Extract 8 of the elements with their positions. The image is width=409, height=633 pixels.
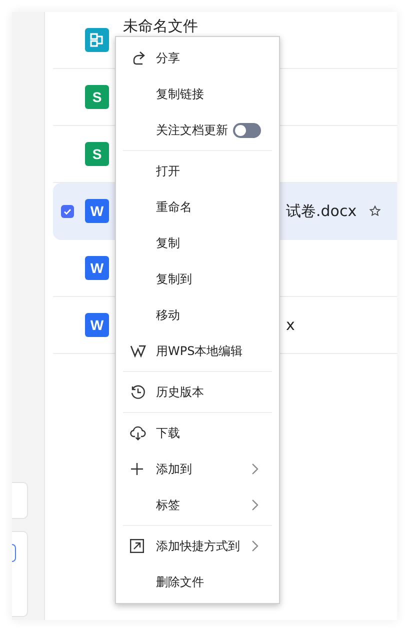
file-name: 试卷.docx [286, 202, 357, 220]
document-file-icon: W [85, 256, 109, 280]
document-file-icon: W [85, 199, 109, 223]
document-file-icon: W [85, 313, 109, 337]
spreadsheet-file-icon: S [85, 85, 109, 109]
file-name: x [286, 316, 295, 334]
file-name: 未命名文件 [123, 17, 198, 35]
spreadsheet-file-icon: S [85, 142, 109, 166]
